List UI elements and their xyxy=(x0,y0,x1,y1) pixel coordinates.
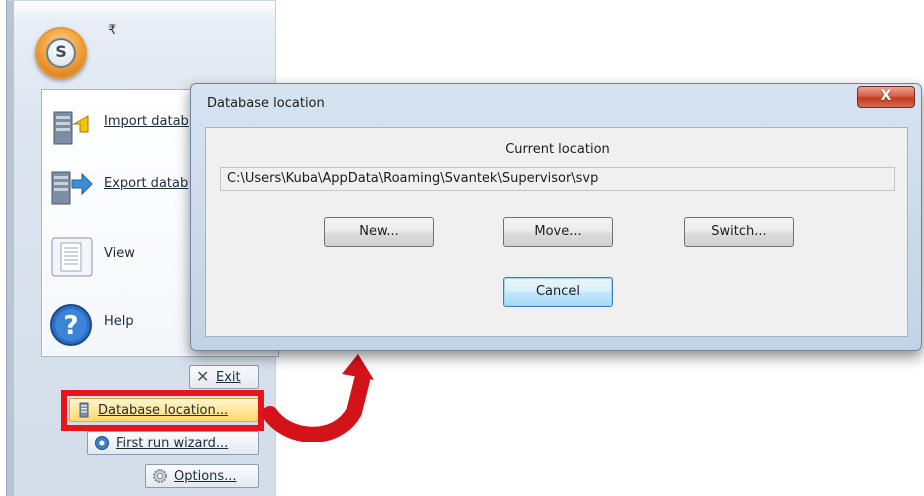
highlight-frame xyxy=(61,390,264,431)
quick-access-toolbar-dropdown[interactable]: ₹ xyxy=(108,23,116,38)
import-database-icon xyxy=(53,111,89,145)
new-button[interactable]: New... xyxy=(324,217,434,247)
gear-icon xyxy=(153,469,167,483)
dialog-title: Database location xyxy=(207,96,325,111)
exit-button[interactable]: ✕ Exit xyxy=(189,365,259,389)
curved-arrow-icon xyxy=(262,354,374,442)
current-path-field: C:\Users\Kuba\AppData\Roaming\Svantek\Su… xyxy=(220,167,895,191)
first-run-wizard-label: First run wizard... xyxy=(116,436,229,451)
wizard-gear-icon xyxy=(95,436,109,450)
menu-item-label: Help xyxy=(104,314,134,329)
app-logo-glyph: S xyxy=(55,42,67,61)
close-icon: X xyxy=(880,88,892,104)
dialog-content: Current location C:\Users\Kuba\AppData\R… xyxy=(205,127,908,337)
app-logo-icon: S xyxy=(46,38,76,68)
options-button[interactable]: Options... xyxy=(145,464,259,488)
first-run-wizard-button[interactable]: First run wizard... xyxy=(87,431,259,455)
exit-label: Exit xyxy=(216,370,241,385)
application-orb-button[interactable]: S xyxy=(35,27,87,79)
menu-item-label: Export datab xyxy=(104,176,189,191)
current-location-label: Current location xyxy=(505,142,610,157)
database-location-dialog: Database location X Current location C:\… xyxy=(190,83,922,351)
options-label: Options... xyxy=(174,469,237,484)
help-icon: ? xyxy=(50,304,92,346)
close-icon: ✕ xyxy=(196,367,210,386)
view-document-icon xyxy=(51,237,93,277)
svg-text:?: ? xyxy=(63,311,78,341)
cancel-button[interactable]: Cancel xyxy=(503,277,613,307)
menu-item-label: Import datab xyxy=(104,114,189,129)
move-button[interactable]: Move... xyxy=(503,217,613,247)
menu-item-label: View xyxy=(104,246,135,261)
window-frame xyxy=(7,1,14,496)
export-database-icon xyxy=(51,171,93,205)
close-button[interactable]: X xyxy=(857,86,915,108)
switch-button[interactable]: Switch... xyxy=(684,217,794,247)
